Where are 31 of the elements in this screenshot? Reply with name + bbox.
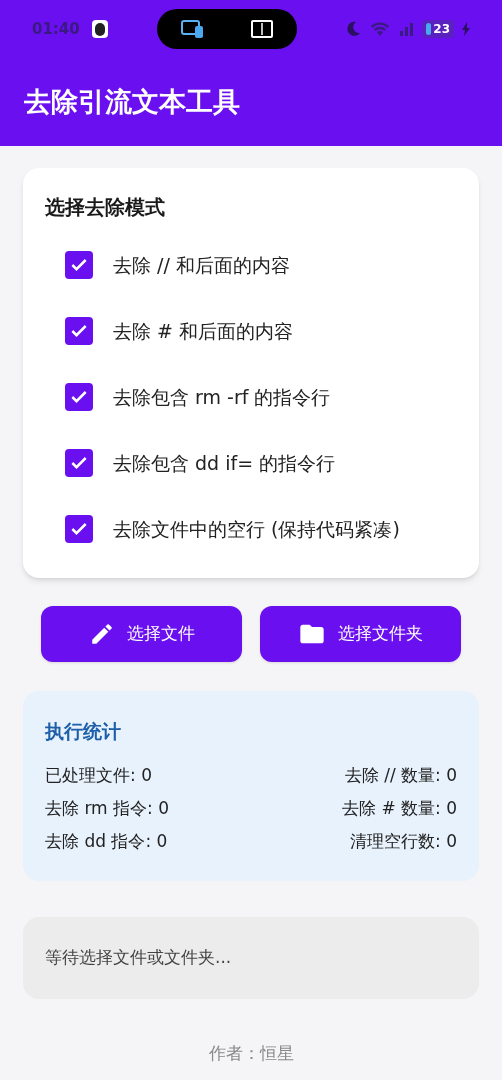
stat-text: 清理空行数: 0 (350, 830, 457, 854)
stat-text: 去除 # 数量: 0 (342, 797, 457, 821)
app-notification-icon (91, 20, 108, 38)
stat-text: 已处理文件: 0 (45, 764, 152, 788)
select-button[interactable]: 选择文件夹 (260, 606, 461, 662)
signal-icon (398, 21, 415, 37)
app-title: 去除引流文本工具 (24, 84, 240, 119)
checkbox[interactable] (65, 449, 93, 477)
stats-title: 执行统计 (45, 719, 122, 744)
select-button[interactable]: 选择文件 (41, 606, 242, 662)
stat-text: 去除 rm 指令: 0 (45, 797, 169, 821)
checkbox[interactable] (65, 317, 93, 345)
option-label: 去除 // 和后面的内容 (113, 253, 291, 278)
stat-text: 去除 dd 指令: 0 (45, 830, 168, 854)
screen-cast-icon (181, 19, 205, 39)
option-label: 去除包含 dd if= 的指令行 (113, 451, 337, 476)
charging-icon (462, 22, 470, 36)
battery-indicator: 23 (422, 20, 454, 38)
card-title: 选择去除模式 (45, 194, 166, 221)
wifi-icon (370, 21, 391, 37)
option-label: 去除包含 rm -rf 的指令行 (113, 385, 332, 410)
checkbox[interactable] (65, 515, 93, 543)
option-label: 去除 # 和后面的内容 (113, 319, 294, 344)
option-label: 去除文件中的空行 (保持代码紧凑) (113, 517, 401, 542)
book-icon (251, 20, 273, 38)
checkbox[interactable] (65, 251, 93, 279)
log-text: 等待选择文件或文件夹... (45, 946, 232, 967)
status-time: 01:40 (32, 18, 80, 40)
stat-text: 去除 // 数量: 0 (344, 764, 457, 788)
author-text: 作者：恒星 (208, 1041, 294, 1065)
checkbox[interactable] (65, 383, 93, 411)
